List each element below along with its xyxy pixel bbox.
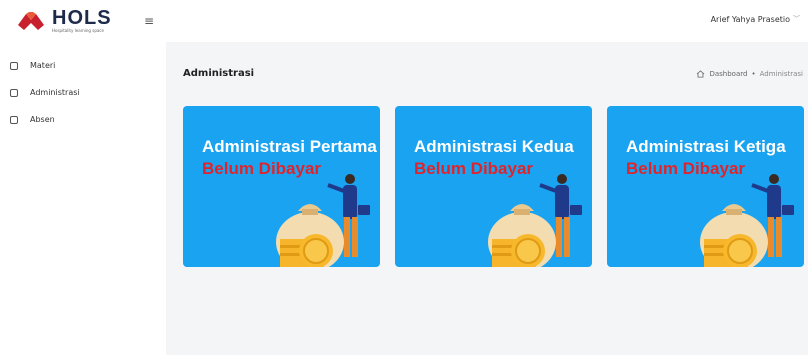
payment-card-kedua[interactable]: Administrasi Kedua Belum Dibayar [395,106,592,267]
breadcrumb-current: Administrasi [759,70,803,78]
sidebar-item-materi[interactable]: Materi [10,61,55,70]
breadcrumb-home-link[interactable]: Dashboard [709,70,747,78]
sidebar-item-absen[interactable]: Absen [10,115,55,124]
top-bar: HOLS Hospitality learning space ≡ Arief … [0,0,808,42]
brand-name: HOLS [52,7,112,29]
sidebar-item-label: Administrasi [30,88,80,97]
payment-card-ketiga[interactable]: Administrasi Ketiga Belum Dibayar [607,106,804,267]
hols-logo-icon [18,11,44,30]
user-menu[interactable]: Arief Yahya Prasetio ﹀ [711,14,800,24]
hamburger-icon[interactable]: ≡ [144,15,154,27]
sidebar: Materi Administrasi Absen [0,42,166,355]
brand-tagline: Hospitality learning space [52,28,104,33]
payment-card-pertama[interactable]: Administrasi Pertama Belum Dibayar [183,106,380,267]
home-icon [697,70,705,78]
sidebar-item-label: Absen [30,115,55,124]
user-name: Arief Yahya Prasetio [710,14,790,24]
money-bag-icon [700,174,794,267]
money-bag-icon [488,174,582,267]
sidebar-item-label: Materi [30,61,56,70]
chevron-down-icon: ﹀ [793,15,800,23]
sidebar-item-administrasi[interactable]: Administrasi [10,88,80,97]
breadcrumb: Dashboard • Administrasi [696,70,803,78]
checkbox-icon [10,88,18,97]
checkbox-icon [10,115,18,124]
checkbox-icon [10,61,18,70]
hols-logo[interactable]: HOLS Hospitality learning space [16,7,112,34]
breadcrumb-separator: • [751,70,756,78]
main-content: Administrasi Dashboard • Administrasi Ad… [166,42,808,355]
money-bag-icon [276,174,370,267]
page-title: Administrasi [183,68,255,79]
